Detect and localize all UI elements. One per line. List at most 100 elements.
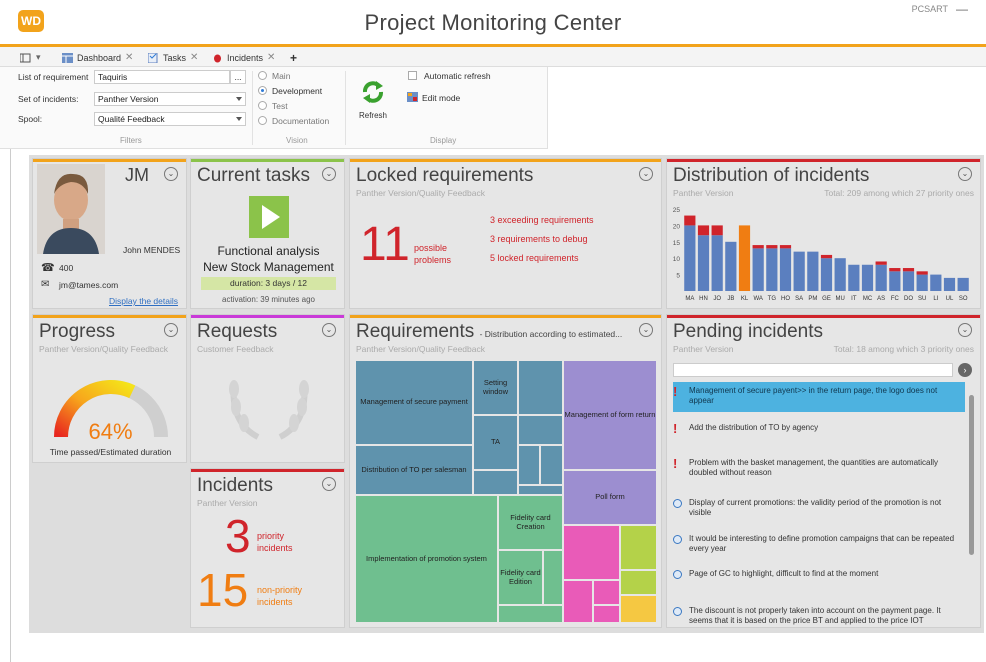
bar-DO-1[interactable]	[902, 268, 915, 272]
treemap-cell[interactable]	[593, 605, 620, 623]
treemap-fidelity-creation[interactable]: Fidelity card Creation	[498, 495, 563, 550]
treemap-ta[interactable]: TA	[473, 415, 518, 470]
bar-JO-1[interactable]	[711, 225, 723, 236]
edit-mode-icon[interactable]	[407, 92, 419, 102]
treemap-secure-payment[interactable]: Management of secure payment	[355, 360, 473, 445]
bar-LI-0[interactable]	[930, 274, 942, 291]
pending-search-input[interactable]	[673, 363, 953, 377]
bar-TG-1[interactable]	[766, 245, 778, 249]
edit-mode-label[interactable]: Edit mode	[422, 93, 460, 103]
bar-WA-0[interactable]	[752, 248, 764, 291]
bar-GE-1[interactable]	[820, 254, 833, 259]
bar-FC-0[interactable]	[889, 271, 901, 291]
treemap-cell[interactable]	[518, 445, 540, 485]
bar-FC-1[interactable]	[889, 268, 901, 272]
bar-GE-0[interactable]	[820, 258, 833, 291]
radio-development[interactable]	[258, 86, 267, 95]
bar-TG-0[interactable]	[766, 248, 778, 291]
bar-AS-1[interactable]	[875, 261, 887, 265]
bar-MA-0[interactable]	[684, 225, 696, 291]
bar-PM-0[interactable]	[807, 251, 819, 291]
bar-SA-0[interactable]	[793, 251, 805, 291]
treemap-cell[interactable]	[498, 605, 563, 623]
treemap-fidelity-edition[interactable]: Fidelity card Edition	[498, 550, 543, 605]
chevron-down-icon[interactable]: ⌄	[164, 167, 178, 181]
list-browse-button[interactable]: ...	[230, 70, 246, 84]
radio-documentation[interactable]	[258, 116, 267, 125]
treemap-cell[interactable]	[563, 525, 620, 580]
minimize-button[interactable]: —	[956, 2, 968, 16]
tab-dashboard[interactable]: Dashboard ✕	[62, 50, 133, 65]
bar-WA-1[interactable]	[752, 245, 764, 249]
chevron-down-icon[interactable]: ⌄	[639, 167, 653, 181]
pending-incident-item[interactable]: Display of current promotions: the valid…	[671, 498, 961, 519]
chevron-down-icon[interactable]: ⌄	[322, 323, 336, 337]
close-icon[interactable]: ✕	[267, 52, 275, 63]
search-go-icon[interactable]: ›	[958, 363, 972, 377]
treemap-cell[interactable]	[620, 525, 657, 570]
bar-MC-0[interactable]	[861, 264, 874, 291]
bar-DO-0[interactable]	[902, 271, 915, 291]
tab-tasks[interactable]: Tasks ✕	[148, 50, 198, 65]
bar-JO-0[interactable]	[711, 235, 723, 291]
radio-test[interactable]	[258, 101, 267, 110]
chevron-down-icon[interactable]: ⌄	[639, 323, 653, 337]
scrollbar[interactable]	[969, 395, 974, 555]
bar-AS-0[interactable]	[875, 264, 887, 291]
treemap-cell[interactable]	[518, 485, 563, 495]
chevron-down-icon[interactable]: ⌄	[958, 323, 972, 337]
locked-item[interactable]: 3 requirements to debug	[490, 234, 588, 244]
treemap-cell[interactable]	[563, 580, 593, 623]
add-tab-button[interactable]: +	[290, 50, 297, 65]
nonpriority-count[interactable]: 15	[197, 567, 248, 613]
chevron-down-icon[interactable]: ⌄	[958, 167, 972, 181]
treemap-cell[interactable]	[518, 360, 563, 415]
close-icon[interactable]: ✕	[125, 52, 133, 63]
treemap-cell[interactable]	[518, 415, 563, 445]
treemap-distribution-to[interactable]: Distribution of TO per salesman	[355, 445, 473, 495]
treemap-setting-window[interactable]: Setting window	[473, 360, 518, 415]
locked-item[interactable]: 5 locked requirements	[490, 253, 579, 263]
treemap-cell[interactable]	[473, 470, 518, 495]
pending-incident-item[interactable]: ! Add the distribution of TO by agency	[671, 422, 961, 435]
radio-main[interactable]	[258, 71, 267, 80]
chevron-down-icon[interactable]: ⌄	[164, 323, 178, 337]
user-name[interactable]: PCSART	[912, 4, 948, 14]
bar-SU-1[interactable]	[916, 271, 928, 275]
spool-select[interactable]: Qualité Feedback	[94, 112, 246, 126]
bar-UL-0[interactable]	[943, 277, 956, 291]
bar-HN-1[interactable]	[697, 225, 710, 236]
treemap-cell[interactable]	[620, 570, 657, 595]
play-icon[interactable]	[249, 196, 289, 238]
bar-KL-0[interactable]	[738, 225, 751, 291]
pending-incident-item[interactable]: ! Problem with the basket management, the…	[671, 457, 961, 479]
treemap-cell[interactable]	[543, 550, 563, 605]
treemap-promotion[interactable]: Implementation of promotion system	[355, 495, 498, 623]
refresh-button[interactable]: Refresh	[358, 79, 388, 120]
pending-incident-item[interactable]: ! Management of secure payent>> in the re…	[671, 385, 961, 407]
priority-count[interactable]: 3	[225, 513, 251, 559]
bar-MU-0[interactable]	[834, 258, 846, 291]
list-field[interactable]: Taquiris	[94, 70, 230, 84]
chevron-down-icon[interactable]: ⌄	[322, 167, 336, 181]
auto-refresh-checkbox[interactable]	[408, 71, 417, 80]
bar-IT-0[interactable]	[848, 264, 860, 291]
treemap-cell[interactable]	[540, 445, 563, 485]
pending-incident-item[interactable]: The discount is not properly taken into …	[671, 606, 961, 627]
treemap-form-return[interactable]: Management of form return	[563, 360, 657, 470]
incidents-select[interactable]: Panther Version	[94, 92, 246, 106]
pending-incident-item[interactable]: It would be interesting to define promot…	[671, 534, 961, 555]
locked-item[interactable]: 3 exceeding requirements	[490, 215, 594, 225]
treemap-poll-form[interactable]: Poll form	[563, 470, 657, 525]
chevron-down-icon[interactable]: ⌄	[322, 477, 336, 491]
bar-SU-0[interactable]	[916, 274, 928, 291]
display-details-link[interactable]: Display the details	[109, 296, 178, 306]
bar-HO-1[interactable]	[779, 245, 792, 249]
pending-incident-item[interactable]: Page of GC to highlight, difficult to fi…	[671, 569, 961, 579]
treemap-cell[interactable]	[593, 580, 620, 605]
tab-incidents[interactable]: Incidents ✕	[212, 50, 275, 65]
close-icon[interactable]: ✕	[190, 52, 198, 63]
bar-HN-0[interactable]	[697, 235, 710, 291]
menu-icon[interactable]: ▾	[20, 50, 41, 65]
bar-HO-0[interactable]	[779, 248, 792, 291]
